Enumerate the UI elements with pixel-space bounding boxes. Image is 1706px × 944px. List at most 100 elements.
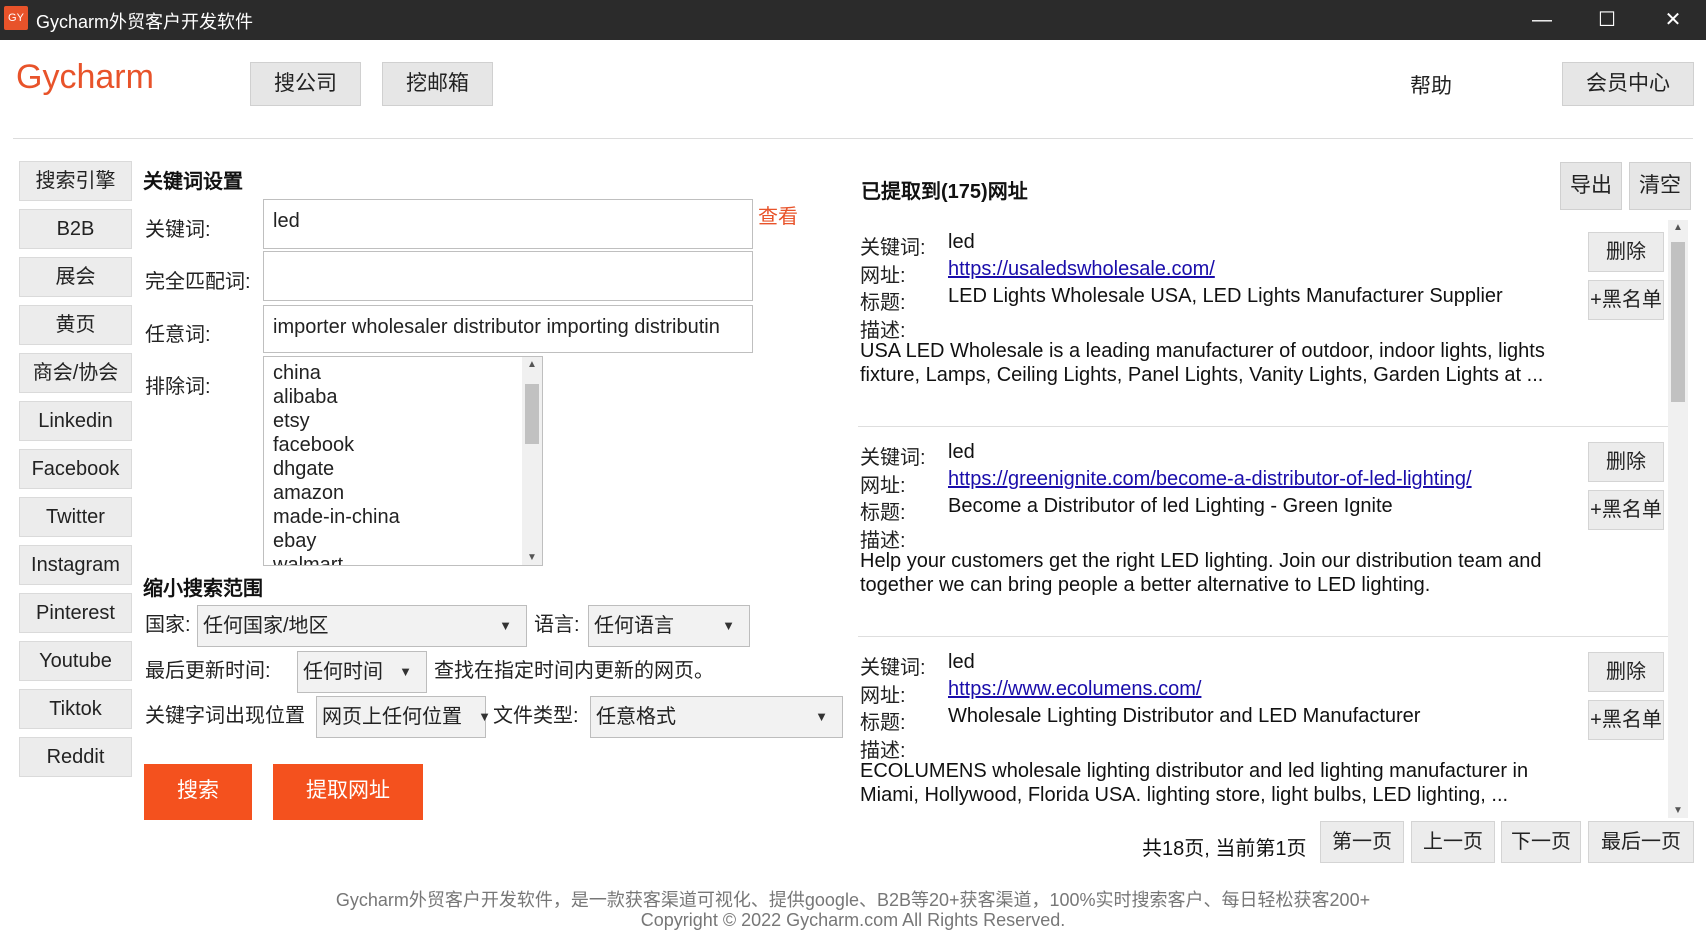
url-label: 网址: xyxy=(860,265,906,287)
keyword-label: 关键词: xyxy=(860,657,926,679)
sidebar-item-tiktok[interactable]: Tiktok xyxy=(19,689,132,729)
url-label: 网址: xyxy=(860,475,906,497)
page-info: 共18页, 当前第1页 xyxy=(1142,838,1307,860)
dig-email-button[interactable]: 挖邮箱 xyxy=(382,62,493,106)
help-link[interactable]: 帮助 xyxy=(1410,70,1452,100)
member-center-button[interactable]: 会员中心 xyxy=(1562,62,1694,106)
search-button[interactable]: 搜索 xyxy=(144,764,252,820)
any-words-label: 任意词: xyxy=(145,324,211,346)
list-item: ebay xyxy=(273,530,317,552)
last-updated-select[interactable]: 任何时间 ▼ xyxy=(297,651,427,693)
list-item: alibaba xyxy=(273,386,338,408)
export-button[interactable]: 导出 xyxy=(1560,162,1622,210)
keyword-position-label: 关键字词出现位置 xyxy=(145,705,305,727)
clear-button[interactable]: 清空 xyxy=(1629,162,1691,210)
result-divider xyxy=(858,426,1668,427)
scroll-down-icon[interactable]: ▼ xyxy=(1668,805,1688,816)
result-description: USA LED Wholesale is a leading manufactu… xyxy=(860,340,1545,386)
language-value: 任何语言 xyxy=(594,615,674,637)
language-select[interactable]: 任何语言 ▼ xyxy=(588,605,750,647)
list-item: dhgate xyxy=(273,458,335,480)
last-page-button[interactable]: 最后一页 xyxy=(1588,821,1694,863)
title-label: 标题: xyxy=(860,292,906,314)
result-url-link[interactable]: https://greenignite.com/become-a-distrib… xyxy=(948,468,1472,491)
blacklist-button[interactable]: +黑名单 xyxy=(1588,490,1664,530)
sidebar-item-facebook[interactable]: Facebook xyxy=(19,449,132,489)
delete-button[interactable]: 删除 xyxy=(1588,652,1664,692)
sidebar-item-youtube[interactable]: Youtube xyxy=(19,641,132,681)
result-title: Become a Distributor of led Lighting - G… xyxy=(948,495,1393,517)
url-label: 网址: xyxy=(860,685,906,707)
country-label: 国家: xyxy=(145,614,191,636)
chevron-down-icon: ▼ xyxy=(399,664,412,679)
sidebar-item-association[interactable]: 商会/协会 xyxy=(19,353,132,393)
title-label: 标题: xyxy=(860,712,906,734)
app-logo-icon: GY xyxy=(4,6,28,30)
minimize-icon[interactable]: — xyxy=(1515,0,1569,40)
exclude-words-textarea[interactable]: china alibaba etsy facebook dhgate amazo… xyxy=(263,356,543,566)
search-company-button[interactable]: 搜公司 xyxy=(250,62,361,106)
exclude-scrollbar[interactable]: ▲ ▼ xyxy=(522,357,542,565)
results-scrollbar[interactable]: ▲ ▼ xyxy=(1668,220,1688,818)
last-updated-label: 最后更新时间: xyxy=(145,660,271,682)
keyword-label: 关键词: xyxy=(860,447,926,469)
country-value: 任何国家/地区 xyxy=(203,615,329,637)
sidebar-item-instagram[interactable]: Instagram xyxy=(19,545,132,585)
footer-description: Gycharm外贸客户开发软件，是一款获客渠道可视化、提供google、B2B等… xyxy=(335,890,1371,910)
close-icon[interactable]: ✕ xyxy=(1646,0,1700,40)
narrow-search-title: 缩小搜索范围 xyxy=(143,578,263,600)
sidebar-item-yellow-pages[interactable]: 黄页 xyxy=(19,305,132,345)
result-url-link[interactable]: https://www.ecolumens.com/ xyxy=(948,678,1201,701)
chevron-down-icon: ▼ xyxy=(499,618,512,633)
first-page-button[interactable]: 第一页 xyxy=(1320,821,1404,863)
sidebar-item-exhibition[interactable]: 展会 xyxy=(19,257,132,297)
delete-button[interactable]: 删除 xyxy=(1588,232,1664,272)
sidebar-item-reddit[interactable]: Reddit xyxy=(19,737,132,777)
any-words-input[interactable]: importer wholesaler distributor importin… xyxy=(263,305,753,353)
prev-page-button[interactable]: 上一页 xyxy=(1411,821,1495,863)
result-divider xyxy=(858,636,1668,637)
file-type-select[interactable]: 任意格式 ▼ xyxy=(590,696,843,738)
blacklist-button[interactable]: +黑名单 xyxy=(1588,700,1664,740)
delete-button[interactable]: 删除 xyxy=(1588,442,1664,482)
list-item: facebook xyxy=(273,434,355,456)
brand-logo: Gycharm xyxy=(16,58,154,96)
keyword-input[interactable]: led xyxy=(263,199,753,249)
blacklist-button[interactable]: +黑名单 xyxy=(1588,280,1664,320)
result-keyword: led xyxy=(948,231,975,253)
keyword-label: 关键词: xyxy=(145,219,211,241)
sidebar-item-linkedin[interactable]: Linkedin xyxy=(19,401,132,441)
chevron-down-icon: ▼ xyxy=(722,618,735,633)
exclude-words-list: china alibaba etsy facebook dhgate amazo… xyxy=(273,361,400,565)
exclude-words-label: 排除词: xyxy=(145,376,211,398)
country-select[interactable]: 任何国家/地区 ▼ xyxy=(197,605,527,647)
keyword-position-value: 网页上任何位置 xyxy=(322,706,462,728)
next-page-button[interactable]: 下一页 xyxy=(1501,821,1581,863)
result-title: LED Lights Wholesale USA, LED Lights Man… xyxy=(948,285,1503,307)
sidebar-item-b2b[interactable]: B2B xyxy=(19,209,132,249)
result-url-link[interactable]: https://usaledswholesale.com/ xyxy=(948,258,1215,281)
language-label: 语言: xyxy=(534,614,580,636)
keyword-settings-title: 关键词设置 xyxy=(143,171,243,193)
keyword-position-select[interactable]: 网页上任何位置 ▼ xyxy=(316,696,491,738)
scroll-thumb[interactable] xyxy=(525,384,539,444)
scroll-thumb[interactable] xyxy=(1671,242,1685,402)
sidebar-item-pinterest[interactable]: Pinterest xyxy=(19,593,132,633)
scroll-up-icon[interactable]: ▲ xyxy=(522,359,542,370)
result-description: ECOLUMENS wholesale lighting distributor… xyxy=(860,760,1529,806)
result-description: Help your customers get the right LED li… xyxy=(860,550,1542,596)
footer-copyright: Copyright © 2022 Gycharm.com All Rights … xyxy=(640,910,1066,930)
exact-match-input[interactable] xyxy=(263,251,753,301)
file-type-value: 任意格式 xyxy=(596,706,676,728)
header-divider xyxy=(13,138,1693,139)
extract-url-button[interactable]: 提取网址 xyxy=(273,764,423,820)
view-link[interactable]: 查看 xyxy=(758,200,798,229)
result-keyword: led xyxy=(948,651,975,673)
file-type-label: 文件类型: xyxy=(493,705,579,727)
sidebar-item-search-engine[interactable]: 搜索引擎 xyxy=(19,161,132,201)
sidebar-item-twitter[interactable]: Twitter xyxy=(19,497,132,537)
scroll-down-icon[interactable]: ▼ xyxy=(522,552,542,563)
scroll-up-icon[interactable]: ▲ xyxy=(1668,222,1688,233)
maximize-icon[interactable]: ☐ xyxy=(1580,0,1634,40)
last-updated-hint: 查找在指定时间内更新的网页。 xyxy=(434,660,714,682)
